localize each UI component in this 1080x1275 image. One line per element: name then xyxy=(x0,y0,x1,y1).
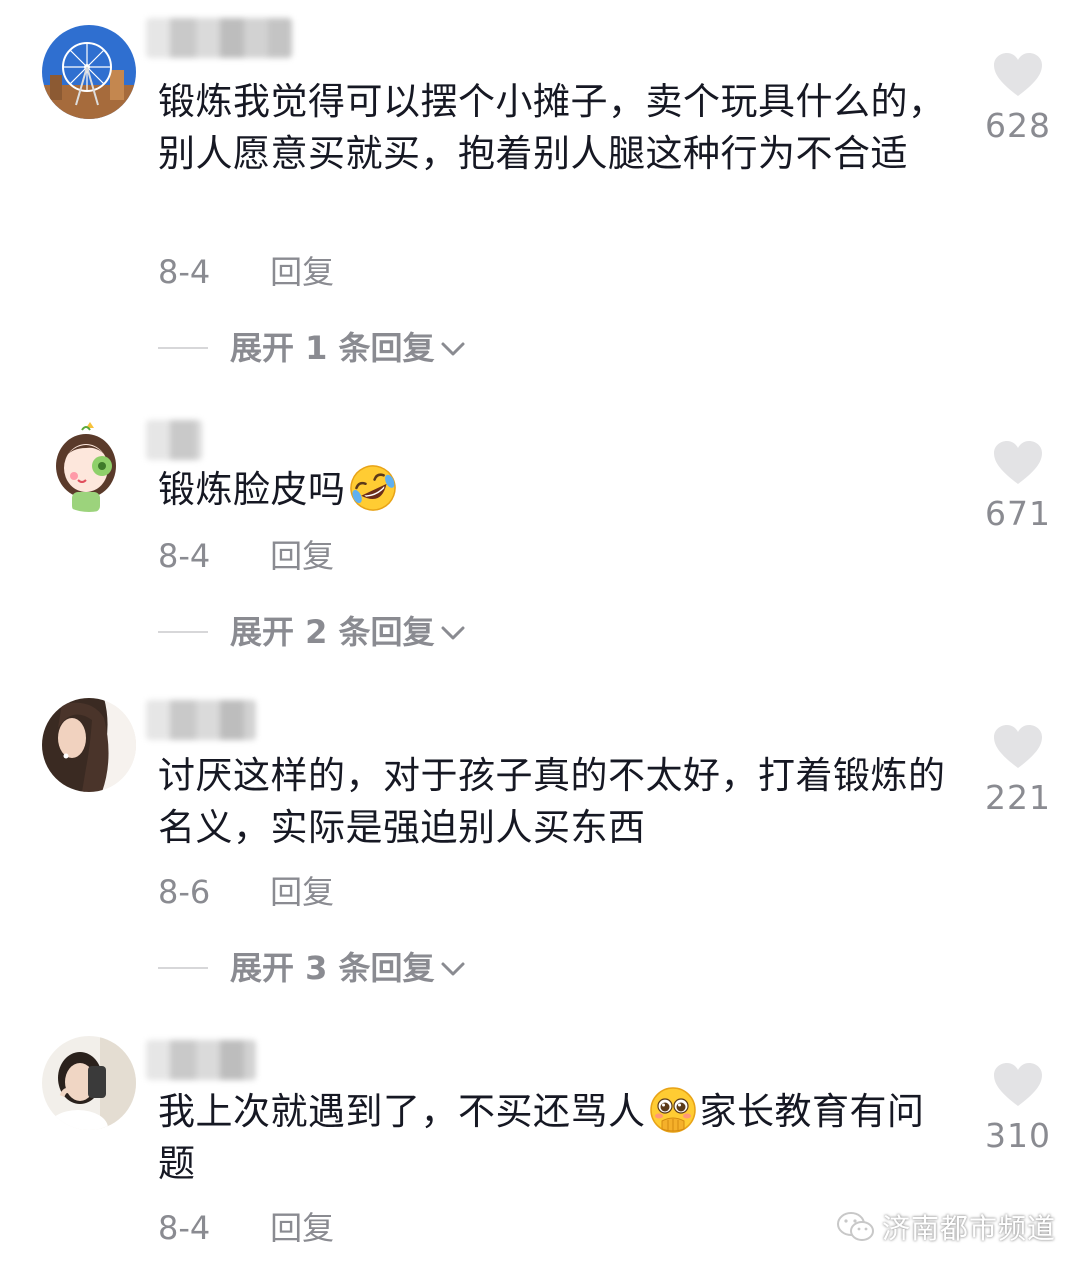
woman-profile-avatar-image xyxy=(42,698,136,792)
comment-meta: 8-4 回复 xyxy=(158,1208,334,1248)
woman-selfie-avatar-image xyxy=(42,1036,136,1130)
wechat-icon xyxy=(837,1212,874,1241)
comment-date: 8-6 xyxy=(158,873,211,911)
pleading-face-emoji-icon xyxy=(648,1085,698,1135)
expand-replies-label: 展开 2 条回复 xyxy=(230,613,435,651)
heart-icon xyxy=(994,441,1042,484)
comment-text: 我上次就遇到了，不买还骂人 家长教育有问题 xyxy=(158,1086,958,1190)
username-redacted[interactable] xyxy=(146,18,292,58)
like-count: 310 xyxy=(985,1116,1051,1155)
expand-replies-label: 展开 3 条回复 xyxy=(230,949,435,987)
expand-replies-button[interactable]: 展开 2 条回复 xyxy=(158,612,467,652)
chevron-down-icon xyxy=(439,328,467,368)
like-button[interactable]: 221 xyxy=(980,724,1056,818)
like-count: 628 xyxy=(985,106,1051,145)
expand-replies-button[interactable]: 展开 3 条回复 xyxy=(158,948,467,988)
like-button[interactable]: 628 xyxy=(980,52,1056,146)
avatar[interactable] xyxy=(42,1036,136,1130)
comment-meta: 8-6 回复 xyxy=(158,872,334,912)
channel-watermark: 济南都市频道 xyxy=(836,1207,1056,1247)
cartoon-girl-avatar-image xyxy=(42,418,136,512)
heart-icon xyxy=(994,53,1042,96)
comment-date: 8-4 xyxy=(158,1209,211,1247)
ferris-wheel-avatar-image xyxy=(42,25,136,119)
like-button[interactable]: 310 xyxy=(980,1062,1056,1156)
watermark-text: 济南都市频道 xyxy=(882,1212,1057,1245)
comment-text: 锻炼我觉得可以摆个小摊子，卖个玩具什么的，别人愿意买就买，抱着别人腿这种行为不合… xyxy=(158,80,946,175)
username-redacted[interactable] xyxy=(146,1040,256,1080)
chevron-down-icon xyxy=(439,948,467,988)
heart-icon xyxy=(994,725,1042,768)
chevron-down-icon xyxy=(439,612,467,652)
comment-text: 讨厌这样的，对于孩子真的不太好，打着锻炼的名义，实际是强迫别人买东西 xyxy=(158,754,946,849)
divider-line xyxy=(158,967,208,969)
comment-date: 8-4 xyxy=(158,253,211,291)
comment-text-body: 锻炼脸皮吗 xyxy=(158,468,346,511)
reply-button[interactable]: 回复 xyxy=(270,1208,334,1248)
comment-text-before: 我上次就遇到了，不买还骂人 xyxy=(158,1090,646,1133)
username-redacted[interactable] xyxy=(146,420,202,460)
username-redacted[interactable] xyxy=(146,700,256,740)
reply-button[interactable]: 回复 xyxy=(270,536,334,576)
like-button[interactable]: 671 xyxy=(980,440,1056,534)
reply-button[interactable]: 回复 xyxy=(270,872,334,912)
avatar[interactable] xyxy=(42,418,136,512)
comment-text: 锻炼脸皮吗 xyxy=(158,464,958,516)
rofl-emoji-icon xyxy=(348,463,398,513)
divider-line xyxy=(158,347,208,349)
like-count: 221 xyxy=(985,778,1051,817)
comment-meta: 8-4 回复 xyxy=(158,536,334,576)
heart-icon xyxy=(994,1063,1042,1106)
divider-line xyxy=(158,631,208,633)
avatar[interactable] xyxy=(42,698,136,792)
reply-button[interactable]: 回复 xyxy=(270,252,334,292)
avatar[interactable] xyxy=(42,25,136,119)
comment-date: 8-4 xyxy=(158,537,211,575)
expand-replies-label: 展开 1 条回复 xyxy=(230,329,435,367)
expand-replies-button[interactable]: 展开 1 条回复 xyxy=(158,328,467,368)
comment-meta: 8-4 回复 xyxy=(158,252,334,292)
like-count: 671 xyxy=(985,494,1051,533)
